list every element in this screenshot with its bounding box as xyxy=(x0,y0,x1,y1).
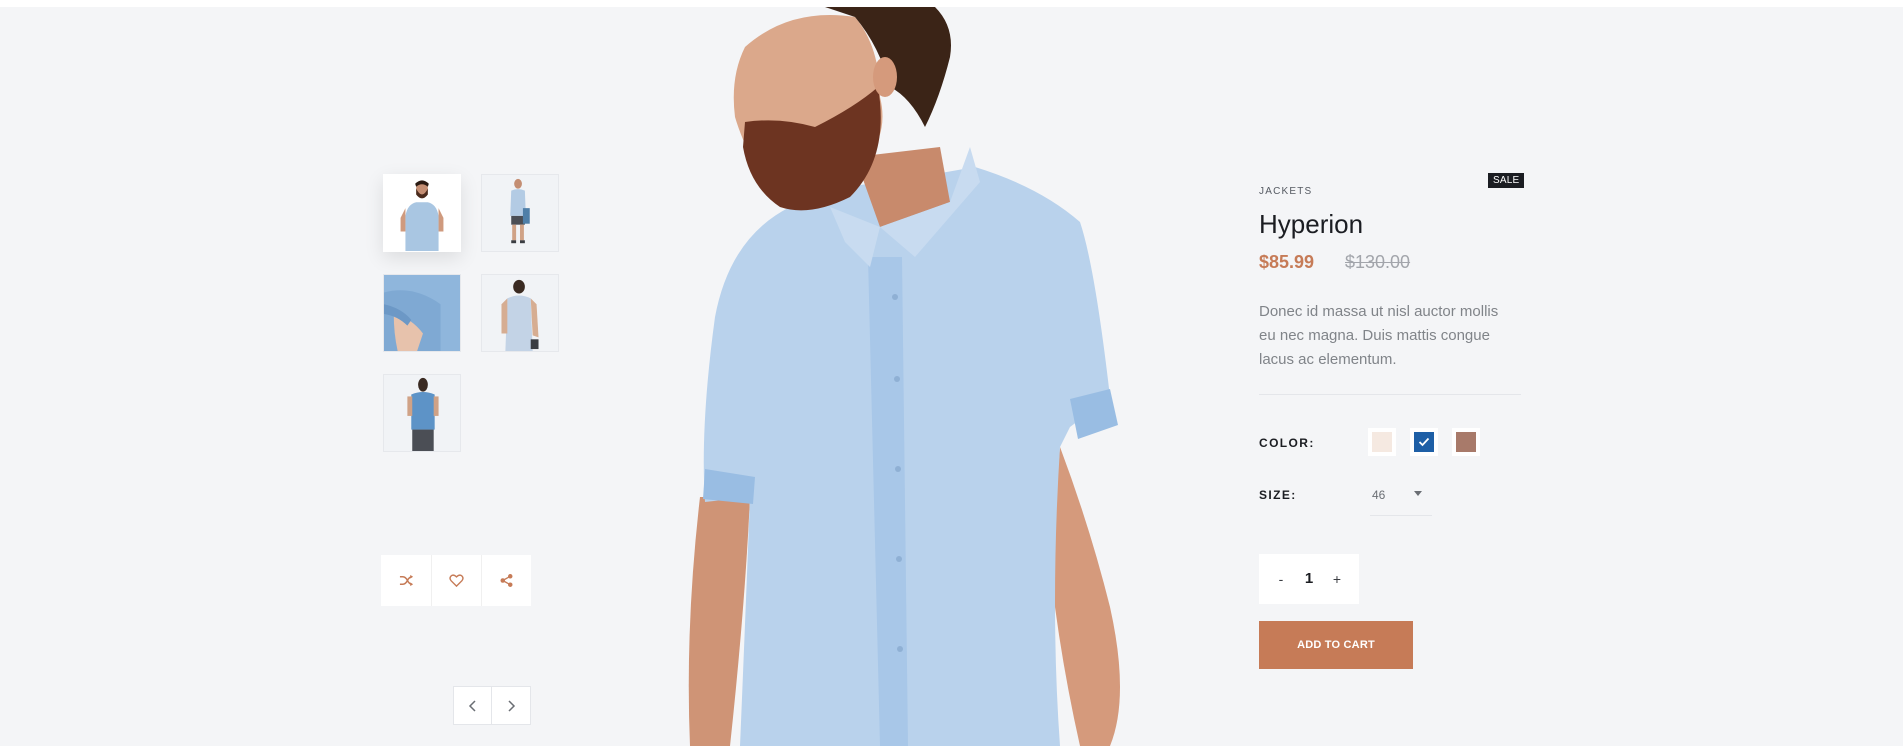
quantity-decrease-button[interactable]: - xyxy=(1269,567,1293,591)
quantity-increase-button[interactable]: + xyxy=(1325,567,1349,591)
heart-icon xyxy=(449,574,464,588)
product-title: Hyperion xyxy=(1259,209,1364,239)
size-select[interactable]: 46 xyxy=(1370,478,1432,516)
next-image-button[interactable] xyxy=(492,686,531,725)
shuffle-icon xyxy=(399,574,413,587)
quantity-value[interactable]: 1 xyxy=(1297,567,1321,591)
wishlist-button[interactable] xyxy=(431,555,481,606)
details-divider xyxy=(1259,394,1521,395)
thumbnail-5[interactable] xyxy=(383,374,461,452)
current-price: $85.99 xyxy=(1259,252,1315,272)
color-swatch-3[interactable] xyxy=(1452,428,1480,456)
chevron-left-icon xyxy=(468,699,476,712)
sale-badge: SALE xyxy=(1488,173,1525,188)
product-actions xyxy=(381,555,531,606)
thumbnail-4[interactable] xyxy=(481,274,559,352)
color-swatch-1[interactable] xyxy=(1368,428,1396,456)
quantity-stepper: - 1 + xyxy=(1259,554,1359,604)
add-to-cart-button[interactable]: ADD TO CART xyxy=(1259,621,1413,669)
share-button[interactable] xyxy=(481,555,531,606)
thumbnail-3[interactable] xyxy=(383,274,461,352)
compare-button[interactable] xyxy=(381,555,431,606)
share-icon xyxy=(500,574,513,587)
color-label: COLOR: xyxy=(1259,436,1315,450)
product-main-image xyxy=(640,7,1200,746)
chevron-down-icon xyxy=(1414,491,1422,496)
original-price: $130.00 xyxy=(1345,252,1411,272)
size-label: SIZE: xyxy=(1259,488,1297,502)
checkmark-icon xyxy=(1418,437,1430,447)
size-value: 46 xyxy=(1372,488,1386,502)
product-page: SALE JACKETS Hyperion $85.99 $130.00 Don… xyxy=(0,7,1903,746)
color-swatch-2[interactable] xyxy=(1410,428,1438,456)
chevron-right-icon xyxy=(508,699,516,712)
thumbnail-1[interactable] xyxy=(383,174,461,252)
image-pager xyxy=(453,686,531,725)
prev-image-button[interactable] xyxy=(453,686,492,725)
product-category[interactable]: JACKETS xyxy=(1259,186,1312,197)
product-description: Donec id massa ut nisl auctor mollis eu … xyxy=(1259,303,1499,368)
thumbnail-2[interactable] xyxy=(481,174,559,252)
